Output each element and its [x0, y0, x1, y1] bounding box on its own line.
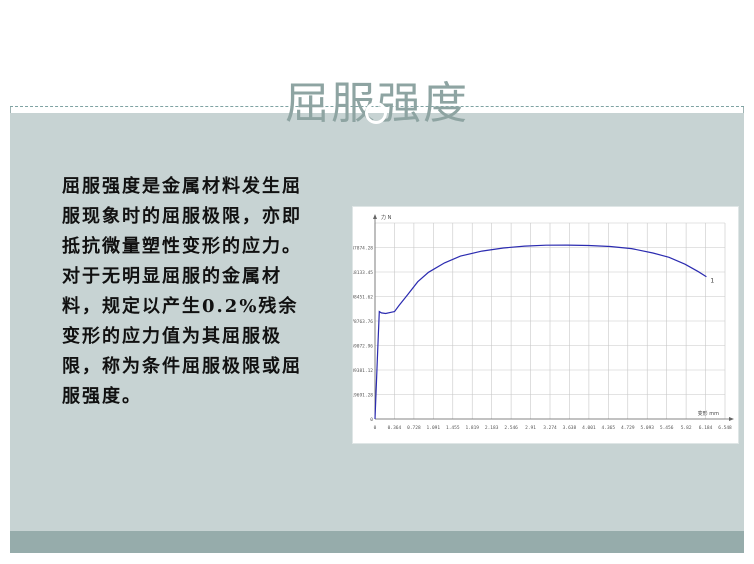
x-tick-label: 1.091 [427, 425, 441, 431]
y-tick-label: 0 [370, 417, 373, 423]
series-line [374, 244, 707, 420]
x-tick-label: 2.546 [504, 425, 518, 431]
curve-end-marker: 1 [710, 278, 714, 285]
x-tick-label: 1.455 [446, 425, 460, 431]
x-tick-label: 3.638 [563, 425, 577, 431]
body-paragraph: 屈服强度是金属材料发生屈服现象时的屈服极限，亦即抵抗微量塑性变形的应力。对于无明… [62, 176, 302, 407]
x-tick-label: 0 [374, 425, 377, 431]
x-tick-label: 5.82 [681, 425, 692, 431]
x-tick-label: 3.274 [543, 425, 557, 431]
y-tick-label: 59072.96 [353, 344, 373, 350]
y-tick-label: 39381.12 [353, 368, 373, 374]
y-axis-label: 力 N [381, 214, 392, 221]
x-tick-label: 5.093 [640, 425, 654, 431]
x-tick-label: 1.819 [465, 425, 479, 431]
x-tick-label: 0.728 [407, 425, 421, 431]
x-tick-label: 4.001 [582, 425, 596, 431]
x-axis-label: 变形 mm [698, 410, 719, 417]
y-tick-label: 137874.28 [353, 246, 373, 252]
footer-bar [10, 531, 744, 553]
y-axis-arrow [373, 214, 377, 219]
x-tick-label: 2.91 [525, 425, 536, 431]
y-tick-label: 118133.45 [353, 270, 373, 276]
chart-svg: 0 0.364 0.728 1.091 1.455 1.819 2.183 2.546 2.91… [353, 214, 734, 431]
x-axis-arrow [729, 417, 734, 421]
x-tick-label: 0.364 [388, 425, 402, 431]
x-tick-label: 6.184 [699, 425, 713, 431]
x-tick-label: 5.456 [660, 425, 674, 431]
title-ring-ornament [365, 102, 387, 124]
y-tick-label: 78763.76 [353, 319, 373, 325]
x-tick-label: 6.548 [718, 425, 732, 431]
x-tick-label: 4.365 [602, 425, 616, 431]
stress-strain-chart: 0 0.364 0.728 1.091 1.455 1.819 2.183 2.546 2.91… [352, 206, 739, 444]
y-tick-label: 98451.62 [353, 295, 373, 301]
y-tick-label: 19691.28 [353, 393, 373, 399]
x-tick-label: 2.183 [485, 425, 499, 431]
x-tick-label: 4.729 [621, 425, 635, 431]
